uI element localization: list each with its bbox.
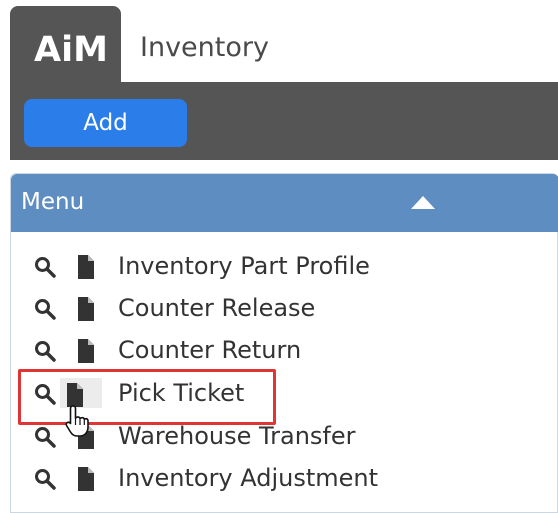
search-icon[interactable] [34,468,56,490]
app-logo: AiM [34,30,108,70]
document-icon[interactable] [76,466,96,492]
page-title: Inventory [140,32,269,63]
menu-item-label[interactable]: Counter Release [118,292,315,324]
logo-tab[interactable]: AiM [10,6,121,86]
search-icon[interactable] [34,298,56,320]
menu-item-inventory-part-profile[interactable]: Inventory Part Profile [21,247,551,287]
menu-item-counter-release[interactable]: Counter Release [21,289,551,329]
toolbar: Add [10,82,558,160]
menu-item-counter-return[interactable]: Counter Return [21,331,551,371]
app-header: AiM Inventory [0,0,558,86]
annotation-highlight-box [18,369,276,425]
document-icon[interactable] [76,296,96,322]
menu-item-label[interactable]: Inventory Adjustment [118,462,378,494]
menu-item-inventory-adjustment[interactable]: Inventory Adjustment [21,459,551,499]
caret-up-icon[interactable] [411,196,435,209]
search-icon[interactable] [34,256,56,278]
menu-header[interactable]: Menu [11,174,558,232]
hand-pointer-cursor-icon [65,405,89,437]
menu-item-label[interactable]: Counter Return [118,334,301,366]
menu-panel: Menu Inventory Part Profile Counter Rele… [10,173,558,513]
document-icon[interactable] [76,338,96,364]
search-icon[interactable] [34,340,56,362]
add-button[interactable]: Add [24,99,187,147]
document-icon[interactable] [76,254,96,280]
menu-item-label[interactable]: Inventory Part Profile [118,250,370,282]
menu-title: Menu [21,189,85,215]
search-icon[interactable] [34,426,56,448]
